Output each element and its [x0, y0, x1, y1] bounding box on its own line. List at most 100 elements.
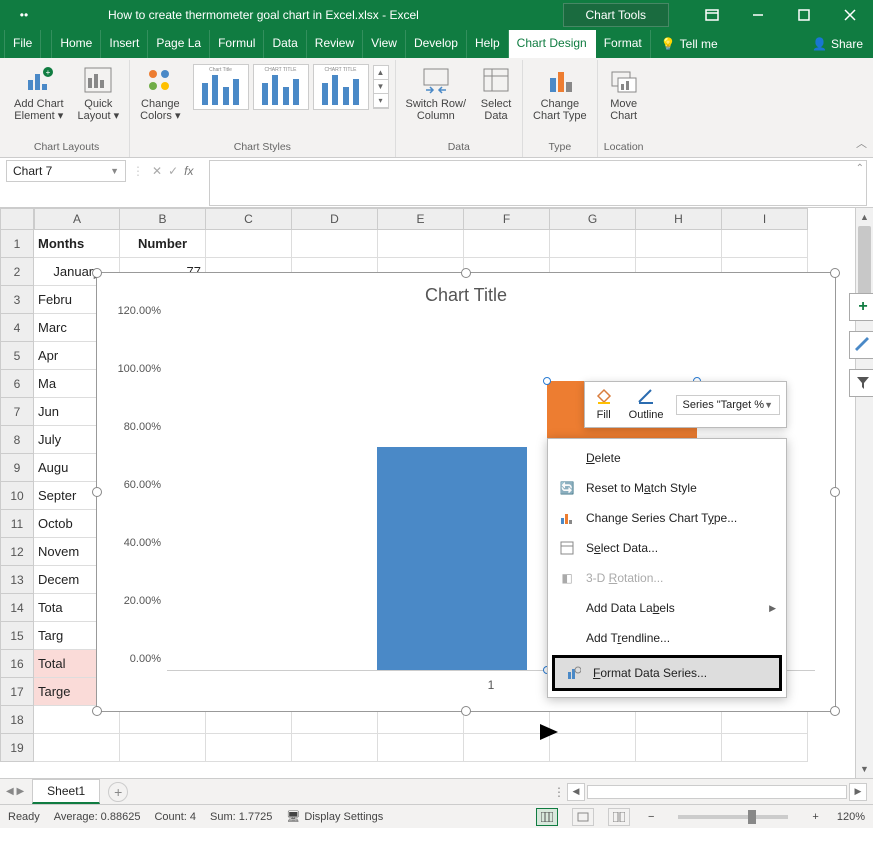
maximize-button[interactable] [781, 0, 827, 30]
chart-styles-gallery[interactable]: Chart Title CHART TITLE CHART TITLE ▲▼▾ [191, 62, 389, 112]
menu-reset-match-style[interactable]: 🔄Reset to Match Style [548, 473, 786, 503]
chart-style-2[interactable]: CHART TITLE [253, 64, 309, 110]
col-C[interactable]: C [206, 208, 292, 230]
chevron-more-icon[interactable]: ▾ [374, 94, 388, 108]
resize-handle[interactable] [461, 706, 471, 716]
name-box[interactable]: Chart 7▼ [6, 160, 126, 182]
chart-title[interactable]: Chart Title [97, 273, 835, 318]
col-A[interactable]: A [34, 208, 120, 230]
hscroll-left-button[interactable]: ◀ [567, 783, 585, 801]
sheet-tab-sheet1[interactable]: Sheet1 [32, 779, 100, 804]
chart-styles-button[interactable] [849, 331, 873, 359]
zoom-in-button[interactable]: + [808, 811, 822, 823]
add-sheet-button[interactable]: + [108, 782, 128, 802]
menu-select-data[interactable]: Select Data... [548, 533, 786, 563]
tab-review[interactable]: Review [307, 30, 363, 58]
tab-insert[interactable]: Insert [101, 30, 148, 58]
col-E[interactable]: E [378, 208, 464, 230]
zoom-level[interactable]: 120% [837, 811, 865, 823]
tab-data[interactable]: Data [264, 30, 306, 58]
cell-A1[interactable]: Months [34, 230, 120, 258]
select-data-button[interactable]: Select Data [476, 62, 516, 124]
bar-series-1[interactable] [377, 447, 527, 670]
tab-chart-design[interactable]: Chart Design [509, 30, 596, 58]
menu-delete[interactable]: Delete [548, 443, 786, 473]
resize-handle[interactable] [830, 268, 840, 278]
chevron-down-icon[interactable]: ▼ [110, 166, 119, 176]
col-I[interactable]: I [722, 208, 808, 230]
tab-page-layout[interactable]: Page La [148, 30, 210, 58]
resize-handle[interactable] [830, 487, 840, 497]
chart-style-1[interactable]: Chart Title [193, 64, 249, 110]
scroll-up-icon[interactable]: ▲ [856, 208, 873, 226]
formula-bar[interactable]: ⌃ [209, 160, 867, 206]
tab-view[interactable]: View [363, 30, 406, 58]
horizontal-scrollbar[interactable] [587, 785, 847, 799]
scroll-down-icon[interactable]: ▼ [856, 760, 873, 778]
minimize-button[interactable] [735, 0, 781, 30]
y-axis[interactable]: 0.00% 20.00% 40.00% 60.00% 80.00% 100.00… [107, 323, 165, 671]
chart-elements-button[interactable]: + [849, 293, 873, 321]
chart-style-3[interactable]: CHART TITLE [313, 64, 369, 110]
display-settings-button[interactable]: 🖥Display Settings [286, 810, 383, 823]
menu-change-series-chart-type[interactable]: Change Series Chart Type... [548, 503, 786, 533]
change-chart-type-button[interactable]: Change Chart Type [529, 62, 591, 124]
hscroll-right-button[interactable]: ▶ [849, 783, 867, 801]
quick-access-toolbar[interactable]: •• [0, 8, 48, 22]
col-H[interactable]: H [636, 208, 722, 230]
switch-row-column-button[interactable]: Switch Row/ Column [402, 62, 471, 124]
resize-handle[interactable] [830, 706, 840, 716]
tab-format[interactable]: Format [596, 30, 651, 58]
chevron-down-icon[interactable]: ▼ [374, 80, 388, 94]
chevron-up-icon[interactable]: ▲ [374, 66, 388, 80]
quick-layout-button[interactable]: Quick Layout ▾ [74, 62, 124, 124]
ribbon-display-options-button[interactable] [689, 0, 735, 30]
move-chart-button[interactable]: Move Chart [604, 62, 644, 124]
change-colors-button[interactable]: Change Colors ▾ [136, 62, 184, 124]
fill-button[interactable]: Fill [591, 386, 617, 423]
share-button[interactable]: 👤Share [802, 30, 873, 58]
cell-B1[interactable]: Number [120, 230, 206, 258]
resize-handle[interactable] [92, 268, 102, 278]
chart-filters-button[interactable] [849, 369, 873, 397]
col-F[interactable]: F [464, 208, 550, 230]
page-break-preview-button[interactable] [608, 808, 630, 826]
menu-3d-rotation: ◧3-D Rotation... [548, 563, 786, 593]
enter-formula-button[interactable]: ✓ [168, 164, 178, 178]
zoom-slider[interactable] [678, 815, 788, 819]
worksheet-grid[interactable]: A B C D E F G H I 12 34 56 78 910 1112 1… [0, 208, 873, 778]
close-button[interactable] [827, 0, 873, 30]
resize-handle[interactable] [461, 268, 471, 278]
menu-add-data-labels[interactable]: Add Data Labels▶ [548, 593, 786, 623]
select-all-corner[interactable] [0, 208, 34, 230]
chart-object[interactable]: Chart Title 0.00% 20.00% 40.00% 60.00% 8… [96, 272, 836, 712]
tell-me-button[interactable]: 💡Tell me [651, 30, 728, 58]
cancel-formula-button[interactable]: ✕ [152, 164, 162, 178]
column-headers[interactable]: A B C D E F G H I [34, 208, 808, 230]
tab-formulas[interactable]: Formul [210, 30, 264, 58]
col-D[interactable]: D [292, 208, 378, 230]
row-headers[interactable]: 12 34 56 78 910 1112 1314 1516 1718 19 [0, 230, 34, 762]
tab-help[interactable]: Help [467, 30, 509, 58]
zoom-out-button[interactable]: − [644, 811, 658, 823]
style-gallery-scroll[interactable]: ▲▼▾ [373, 65, 389, 109]
normal-view-button[interactable] [536, 808, 558, 826]
resize-handle[interactable] [92, 487, 102, 497]
lightbulb-icon: 💡 [661, 37, 676, 51]
fx-icon[interactable]: fx [184, 164, 201, 178]
tab-file[interactable]: File [4, 30, 41, 58]
tab-developer[interactable]: Develop [406, 30, 467, 58]
page-layout-view-button[interactable] [572, 808, 594, 826]
col-B[interactable]: B [120, 208, 206, 230]
sheet-nav-buttons[interactable]: ◀ ▶ [6, 786, 24, 797]
tab-home[interactable]: Home [51, 30, 101, 58]
series-selector-dropdown[interactable]: Series "Target %▼ [676, 395, 780, 415]
outline-button[interactable]: Outline [625, 386, 668, 423]
menu-format-data-series[interactable]: Format Data Series... [555, 658, 779, 688]
expand-formula-bar-button[interactable]: ⌃ [856, 163, 864, 174]
resize-handle[interactable] [92, 706, 102, 716]
col-G[interactable]: G [550, 208, 636, 230]
collapse-ribbon-button[interactable]: ︿ [856, 135, 867, 151]
menu-add-trendline[interactable]: Add Trendline... [548, 623, 786, 653]
add-chart-element-button[interactable]: + Add Chart Element ▾ [10, 62, 68, 124]
